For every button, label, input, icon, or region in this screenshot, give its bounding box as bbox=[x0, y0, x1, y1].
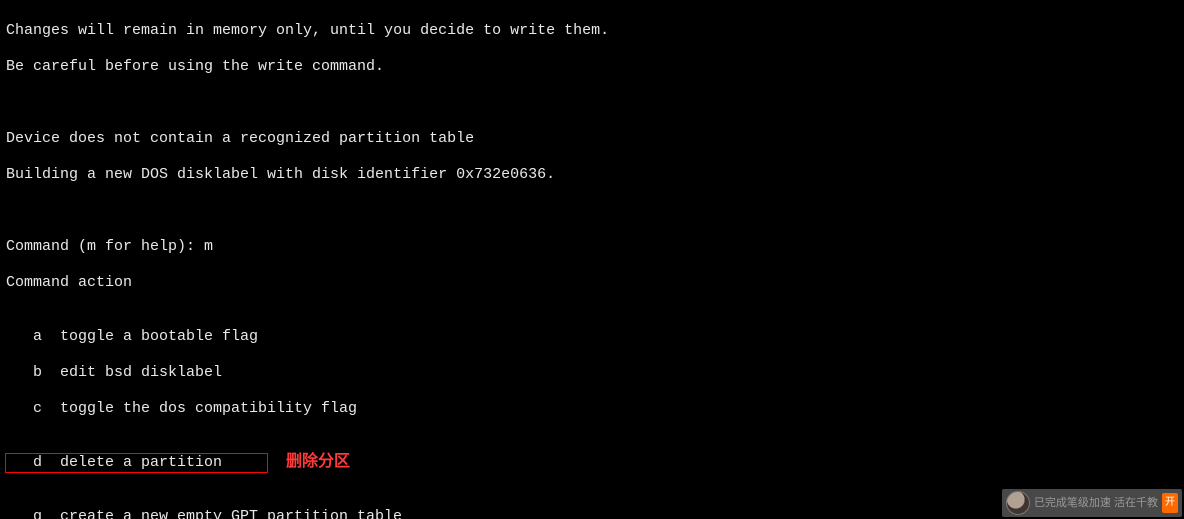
header-line: Device does not contain a recognized par… bbox=[6, 130, 1178, 148]
menu-item-d: ddelete a partition 删除分区 bbox=[6, 454, 1178, 472]
menu-item-a: atoggle a bootable flag bbox=[6, 328, 1178, 346]
watermark-text: 已完成笔级加速 活在千教 bbox=[1034, 494, 1158, 512]
blank-line bbox=[6, 94, 1178, 112]
watermark-badge: 开 bbox=[1162, 493, 1178, 513]
header-line: Building a new DOS disklabel with disk i… bbox=[6, 166, 1178, 184]
menu-header: Command action bbox=[6, 274, 1178, 292]
blank-line bbox=[6, 202, 1178, 220]
menu-item-c: ctoggle the dos compatibility flag bbox=[6, 400, 1178, 418]
header-line: Changes will remain in memory only, unti… bbox=[6, 22, 1178, 40]
menu-item-b: bedit bsd disklabel bbox=[6, 364, 1178, 382]
annotation-delete: 删除分区 bbox=[286, 453, 350, 471]
avatar-icon bbox=[1006, 491, 1030, 515]
user-input: m bbox=[204, 238, 213, 255]
watermark-overlay: 已完成笔级加速 活在千教 开 bbox=[1002, 489, 1182, 517]
terminal[interactable]: Changes will remain in memory only, unti… bbox=[0, 0, 1184, 519]
command-prompt: Command (m for help): m bbox=[6, 238, 1178, 256]
header-line: Be careful before using the write comman… bbox=[6, 58, 1178, 76]
